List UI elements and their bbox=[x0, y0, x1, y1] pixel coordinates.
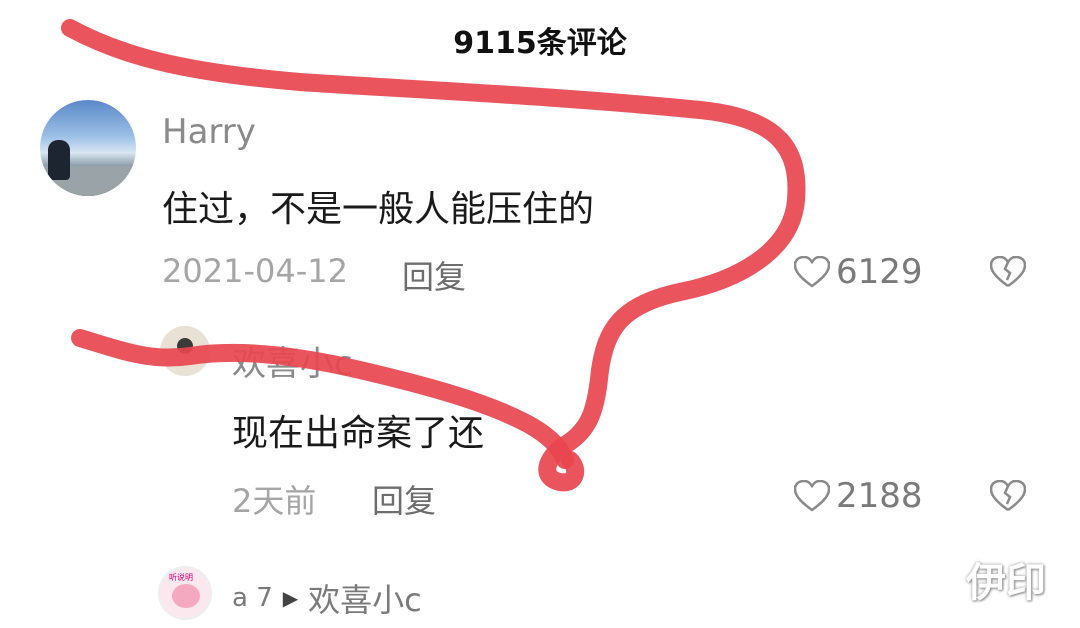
comment-text: 住过，不是一般人能压住的 bbox=[162, 189, 595, 230]
dislike-button[interactable] bbox=[990, 480, 1026, 512]
comment-username[interactable]: 欢喜小c bbox=[232, 336, 353, 385]
broken-heart-icon bbox=[990, 480, 1026, 512]
comment-username[interactable]: Harry bbox=[162, 112, 256, 152]
avatar-caption: 听说明 bbox=[169, 573, 193, 582]
like-count: 6129 bbox=[836, 252, 923, 292]
comment-date: 2天前 bbox=[232, 482, 317, 520]
comments-count-title: 9115条评论 bbox=[453, 26, 627, 61]
avatar[interactable]: 听说明 bbox=[158, 566, 212, 620]
reply-button[interactable]: 回复 bbox=[372, 476, 436, 522]
heart-icon bbox=[794, 480, 830, 512]
broken-heart-icon bbox=[990, 256, 1026, 288]
heart-icon bbox=[794, 256, 830, 288]
dislike-button[interactable] bbox=[990, 256, 1026, 288]
sub-reply-username[interactable]: a 7 bbox=[232, 583, 273, 613]
sub-reply-header[interactable]: a 7 ▶ 欢喜小c bbox=[232, 575, 422, 621]
watermark: 伊印 bbox=[966, 560, 1046, 606]
comment-date: 2021-04-12 bbox=[162, 252, 348, 290]
avatar[interactable] bbox=[160, 326, 210, 376]
like-button[interactable]: 2188 bbox=[794, 476, 923, 516]
play-arrow-icon: ▶ bbox=[282, 586, 299, 610]
sub-reply-target[interactable]: 欢喜小c bbox=[308, 575, 422, 621]
like-count: 2188 bbox=[836, 476, 923, 516]
avatar[interactable] bbox=[40, 100, 136, 196]
like-button[interactable]: 6129 bbox=[794, 252, 923, 292]
red-scribble-annotation bbox=[61, 19, 806, 492]
comment-text: 现在出命案了还 bbox=[232, 413, 485, 454]
reply-button[interactable]: 回复 bbox=[402, 252, 466, 298]
